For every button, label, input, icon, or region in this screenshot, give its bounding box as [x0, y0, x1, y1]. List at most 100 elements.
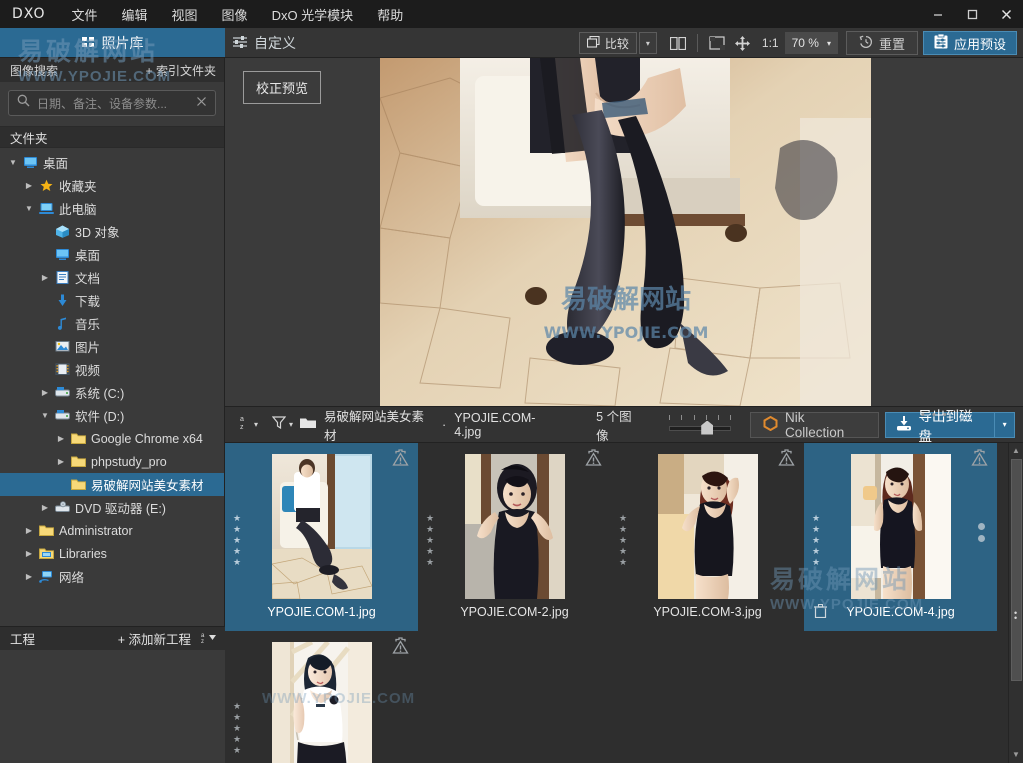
tree-item[interactable]: 3D 对象 — [0, 220, 224, 243]
menu-item-file[interactable]: 文件 — [60, 0, 110, 29]
folders-section-header: 文件夹 — [0, 126, 224, 148]
tree-item[interactable]: ▼此电脑 — [0, 197, 224, 220]
svg-text:易破解网站: 易破解网站 — [561, 285, 691, 315]
chevron-right-icon[interactable]: ▶ — [38, 388, 52, 397]
preset-icon — [934, 34, 948, 52]
tree-item[interactable]: 桌面 — [0, 243, 224, 266]
tree-item[interactable]: 视频 — [0, 358, 224, 381]
tree-item[interactable]: ▶DVD 驱动器 (E:) — [0, 496, 224, 519]
thumbnail-item[interactable]: ★★★★★ YPOJIE.COM-4.jpg — [804, 443, 997, 631]
optics-module-warning-icon[interactable] — [971, 449, 988, 466]
search-input[interactable]: 日期、备注、设备参数... — [8, 90, 216, 116]
filter-button[interactable]: ▾ — [265, 415, 300, 434]
chevron-right-icon[interactable]: ▶ — [38, 273, 52, 282]
panel-resize-handle[interactable]: • • • — [921, 409, 949, 421]
thumbnail-size-slider[interactable] — [667, 413, 732, 437]
chevron-right-icon[interactable]: ▶ — [54, 434, 68, 443]
folder-icon — [68, 455, 88, 468]
sort-button[interactable]: a z ▾ — [233, 414, 265, 435]
menu-item-view[interactable]: 视图 — [160, 0, 210, 29]
export-dropdown-caret[interactable]: ▾ — [995, 412, 1015, 438]
thumbnail-item[interactable]: ★★★★★ YPOJIE.COM-1.jpg — [225, 443, 418, 631]
index-folders-button[interactable]: + 索引文件夹 — [146, 62, 216, 79]
svg-text:z: z — [201, 639, 204, 644]
download-icon — [52, 294, 72, 307]
tree-item-label: Libraries — [56, 547, 107, 561]
menu-item-optics[interactable]: DxO 光学模块 — [260, 0, 366, 29]
optics-module-warning-icon[interactable] — [392, 449, 409, 466]
zoom-one-to-one-button[interactable]: 1:1 — [762, 36, 779, 50]
split-view-button[interactable] — [665, 32, 691, 54]
nik-collection-button[interactable]: Nik Collection — [750, 412, 879, 438]
chevron-right-icon[interactable]: ▶ — [22, 181, 36, 190]
correct-preview-button[interactable]: 校正预览 — [243, 71, 321, 104]
minimize-button[interactable] — [921, 0, 955, 28]
slider-knob[interactable] — [701, 421, 713, 435]
pan-move-button[interactable] — [730, 32, 756, 54]
chevron-right-icon[interactable]: ▶ — [22, 549, 36, 558]
sort-az-icon[interactable]: a z — [201, 631, 217, 647]
scrollbar-thumb[interactable] — [1011, 459, 1022, 681]
rating-stars[interactable]: ★★★★★ — [619, 513, 627, 568]
scroll-down-button[interactable]: ▼ — [1012, 747, 1020, 761]
video-icon — [52, 363, 72, 376]
tree-item[interactable]: 易破解网站美女素材 — [0, 473, 224, 496]
chevron-right-icon[interactable]: ▶ — [22, 526, 36, 535]
chevron-right-icon[interactable]: ▶ — [38, 503, 52, 512]
main-photo[interactable]: 易破解网站 WWW.YPOJIE.COM — [380, 58, 871, 406]
optics-module-warning-icon[interactable] — [585, 449, 602, 466]
viewer-toolbar: 比较 ▾ 1:1 — [579, 28, 1023, 58]
chevron-right-icon[interactable]: ▶ — [54, 457, 68, 466]
thumbnail-item[interactable]: ★★★★★ — [225, 631, 418, 763]
maximize-button[interactable] — [955, 0, 989, 28]
fit-to-screen-button[interactable] — [704, 32, 730, 54]
add-project-button[interactable]: + 添加新工程 — [118, 629, 191, 648]
sort-az-icon: a z — [240, 414, 251, 435]
tab-custom[interactable]: 自定义 — [225, 28, 312, 57]
scroll-up-button[interactable]: ▲ — [1012, 443, 1020, 457]
tree-item[interactable]: ▶ Libraries — [0, 542, 224, 565]
compare-button[interactable]: 比较 — [579, 32, 637, 54]
rating-stars[interactable]: ★★★★★ — [233, 701, 241, 756]
thumbnail-item[interactable]: ★★★★★ YPOJIE.COM-2.jpg — [418, 443, 611, 631]
close-button[interactable] — [989, 0, 1023, 28]
tree-item[interactable]: ▼软件 (D:) — [0, 404, 224, 427]
chevron-right-icon[interactable]: ▶ — [22, 572, 36, 581]
tree-item[interactable]: 图片 — [0, 335, 224, 358]
rating-stars[interactable]: ★★★★★ — [812, 513, 820, 568]
apply-preset-button[interactable]: 应用预设 — [923, 31, 1017, 55]
tree-item-label: Google Chrome x64 — [88, 432, 203, 446]
zoom-level-select[interactable]: 70 % ▾ — [785, 32, 838, 54]
tree-item[interactable]: ▶系统 (C:) — [0, 381, 224, 404]
tree-item[interactable]: ▶Administrator — [0, 519, 224, 542]
optics-module-warning-icon[interactable] — [392, 637, 409, 654]
chevron-down-icon[interactable]: ▼ — [22, 204, 36, 213]
menu-item-image[interactable]: 图像 — [210, 0, 260, 29]
compare-dropdown-caret[interactable]: ▾ — [639, 32, 657, 54]
tree-item[interactable]: 下载 — [0, 289, 224, 312]
menu-item-help[interactable]: 帮助 — [365, 0, 415, 29]
tree-item[interactable]: ▶网络 — [0, 565, 224, 588]
tree-item[interactable]: ▶ phpstudy_pro — [0, 450, 224, 473]
rating-stars[interactable]: ★★★★★ — [426, 513, 434, 568]
tree-item[interactable]: ▼桌面 — [0, 151, 224, 174]
thumbnail-filename: YPOJIE.COM-3.jpg — [653, 605, 761, 619]
trash-icon[interactable] — [814, 604, 827, 621]
menu-item-edit[interactable]: 编辑 — [110, 0, 160, 29]
filmstrip-scrollbar[interactable]: ▲ •• ▼ — [1008, 443, 1023, 763]
tree-item-label: phpstudy_pro — [88, 455, 167, 469]
breadcrumb-folder[interactable]: 易破解网站美女素材 — [324, 406, 434, 444]
tree-item[interactable]: ▶收藏夹 — [0, 174, 224, 197]
optics-module-warning-icon[interactable] — [778, 449, 795, 466]
reset-button[interactable]: 重置 — [846, 31, 918, 55]
tree-item[interactable]: 音乐 — [0, 312, 224, 335]
tab-photo-library[interactable]: 照片库 — [0, 28, 225, 57]
rating-stars[interactable]: ★★★★★ — [233, 513, 241, 568]
chevron-down-icon[interactable]: ▼ — [38, 411, 52, 420]
thumbnail-item[interactable]: ★★★★★ YPOJIE.COM-3.jpg — [611, 443, 804, 631]
tree-item[interactable]: ▶文档 — [0, 266, 224, 289]
tree-item[interactable]: ▶ Google Chrome x64 — [0, 427, 224, 450]
chevron-down-icon[interactable]: ▼ — [6, 158, 20, 167]
clear-search-icon[interactable] — [196, 94, 207, 112]
chevron-down-icon: ▾ — [827, 39, 831, 48]
